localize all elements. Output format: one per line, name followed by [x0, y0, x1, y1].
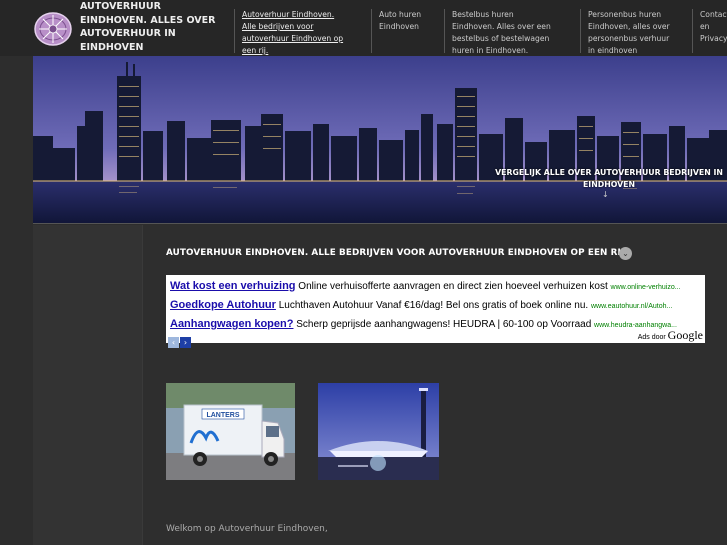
- ad-url[interactable]: www.eautohuur.nl/Autoh...: [591, 303, 672, 310]
- ad-text: Luchthaven Autohuur Vanaf €16/dag! Bel o…: [278, 300, 589, 311]
- ad-text: Online verhuisofferte aanvragen en direc…: [298, 281, 608, 292]
- ad-item: Wat kost een verhuizing Online verhuisof…: [170, 277, 701, 296]
- ad-next-button[interactable]: ›: [180, 337, 191, 348]
- truck-logo-text: LANTERS: [206, 412, 239, 419]
- page-title: AUTOVERHUUR EINDHOVEN. ALLE BEDRIJVEN VO…: [166, 248, 628, 258]
- ads-by-google[interactable]: Ads door Google: [638, 328, 703, 343]
- ad-block: Wat kost een verhuizing Online verhuisof…: [166, 275, 705, 348]
- ad-item: Goedkope Autohuur Luchthaven Autohuur Va…: [170, 296, 701, 315]
- header: AUTOVERHUUR EINDHOVEN. ALLES OVER AUTOVE…: [0, 0, 727, 56]
- ads-by-label: Ads door: [637, 334, 666, 341]
- google-logo: Google: [667, 328, 703, 342]
- ad-title-link[interactable]: Aanhangwagen kopen?: [170, 318, 293, 330]
- welcome-text: Welkom op Autoverhuur Eindhoven,: [166, 524, 328, 534]
- arrow-down-icon[interactable]: ↓: [602, 190, 609, 199]
- evoluon-image: [318, 383, 439, 480]
- truck-photo[interactable]: LANTERS: [166, 383, 295, 480]
- hero-caption[interactable]: VERGELIJK ALLE OVER AUTOVERHUUR BEDRIJVE…: [494, 167, 724, 191]
- ad-prev-button[interactable]: ‹: [168, 337, 179, 348]
- left-column: [33, 225, 143, 545]
- skyline-image: [33, 56, 727, 223]
- ad-title-link[interactable]: Wat kost een verhuizing: [170, 280, 296, 292]
- nav-link-autoverhuur[interactable]: Autoverhuur Eindhoven. Alle bedrijven vo…: [242, 10, 343, 55]
- main-content: AUTOVERHUUR EINDHOVEN. ALLE BEDRIJVEN VO…: [143, 225, 727, 545]
- ad-item: Aanhangwagen kopen? Scherp geprijsde aan…: [170, 315, 701, 334]
- ad-title-link[interactable]: Goedkope Autohuur: [170, 299, 276, 311]
- nav-item-bestelbus[interactable]: Bestelbus huren Eindhoven. Alles over ee…: [444, 9, 556, 55]
- logo-icon[interactable]: [33, 9, 73, 49]
- nav-item-contact[interactable]: Contact en Privacy: [692, 9, 727, 53]
- page: AUTOVERHUUR EINDHOVEN. ALLES OVER AUTOVE…: [0, 0, 727, 545]
- ad-url[interactable]: www.online-verhuizo...: [611, 284, 681, 291]
- truck-image: LANTERS: [166, 383, 295, 480]
- nav-item-auto-huren[interactable]: Auto huren Eindhoven: [371, 9, 427, 53]
- ad-navigation: ‹ ›: [168, 330, 192, 349]
- site-title[interactable]: AUTOVERHUUR EINDHOVEN. ALLES OVER AUTOVE…: [80, 0, 230, 54]
- evoluon-photo[interactable]: [318, 383, 439, 480]
- ad-text: Scherp geprijsde aanhangwagens! HEUDRA |…: [296, 319, 592, 330]
- nav-item-autoverhuur[interactable]: Autoverhuur Eindhoven. Alle bedrijven vo…: [234, 9, 344, 55]
- chevron-down-icon[interactable]: ⌄: [619, 247, 632, 260]
- hero-banner: VERGELIJK ALLE OVER AUTOVERHUUR BEDRIJVE…: [33, 56, 727, 224]
- nav-item-personenbus[interactable]: Personenbus huren Eindhoven, alles over …: [580, 9, 675, 55]
